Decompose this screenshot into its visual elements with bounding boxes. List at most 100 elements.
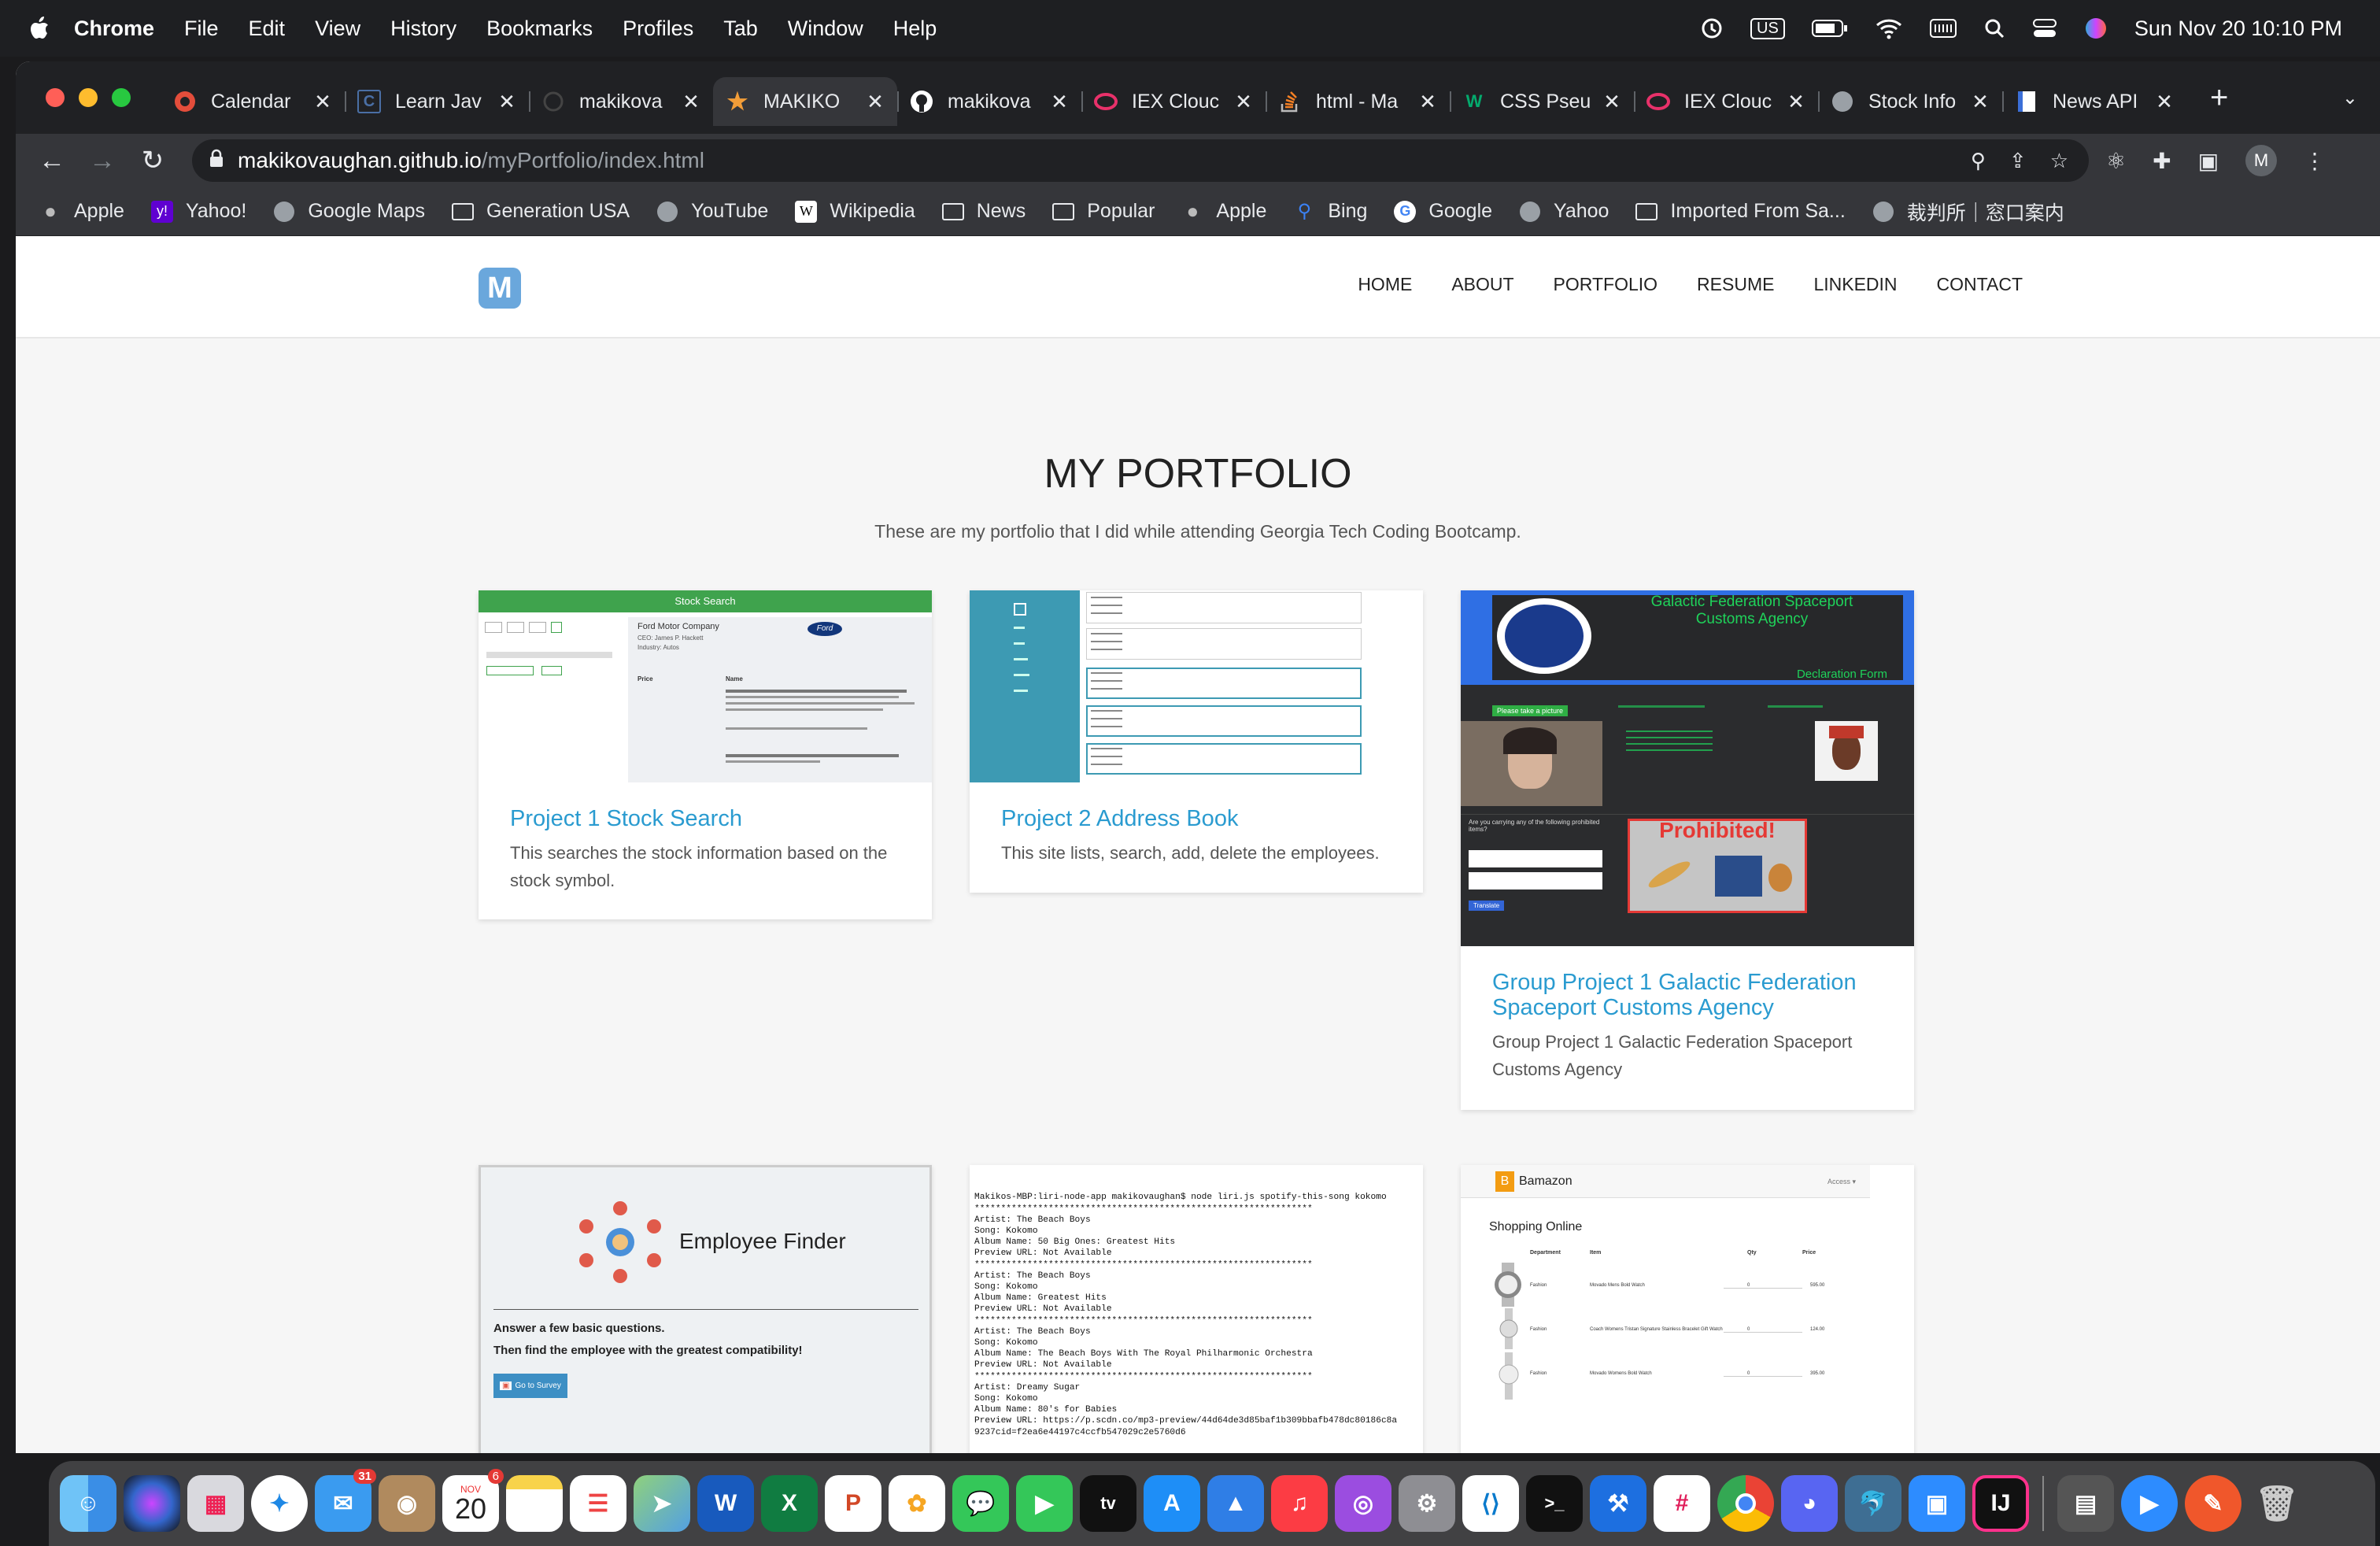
address-bar[interactable]: makikovaughan.github.io/myPortfolio/inde… [192,139,2089,182]
close-tab-icon[interactable]: ✕ [2155,90,2174,114]
nav-home[interactable]: HOME [1358,274,1412,295]
vscode-icon[interactable]: ⟨⟩ [1462,1475,1519,1532]
lock-icon[interactable] [209,148,224,173]
close-tab-icon[interactable]: ✕ [1971,90,1990,114]
menu-profiles[interactable]: Profiles [623,17,693,41]
bamazon-screenshot[interactable]: B Bamazon Access ▾ Shopping Online Depar… [1461,1165,1914,1453]
calculator-icon[interactable]: ▤ [2057,1475,2114,1532]
site-logo[interactable]: M [479,268,521,309]
swift-playgrounds-icon[interactable]: ✎ [2185,1475,2241,1532]
podcasts-icon[interactable]: ◎ [1335,1475,1391,1532]
tab-stock-info[interactable]: Stock Info ✕ [1818,77,2002,126]
react-devtools-icon[interactable]: ⚛ [2106,148,2126,174]
share-icon[interactable]: ⇪ [2009,149,2027,173]
tab-css-pseudo[interactable]: W CSS Pseu ✕ [1450,77,1634,126]
menu-view[interactable]: View [315,17,360,41]
bookmark-popular[interactable]: Popular [1052,200,1155,223]
time-machine-icon[interactable] [1700,17,1724,40]
spotlight-search-icon[interactable] [1983,17,2005,39]
close-tab-icon[interactable]: ✕ [866,90,885,114]
project-card-employee-finder[interactable]: Employee Finder Answer a few basic quest… [479,1165,932,1453]
tab-stackoverflow[interactable]: html - Ma ✕ [1266,77,1450,126]
mail-icon[interactable]: ✉ 31 [315,1469,376,1532]
project-card-address-book[interactable]: Project 2 Address Book This site lists, … [970,590,1423,893]
close-tab-icon[interactable]: ✕ [1602,90,1621,114]
bookmark-apple[interactable]: ● Apple [39,199,124,223]
bookmark-bing[interactable]: ⚲ Bing [1293,200,1368,223]
bookmark-imported-from-safari[interactable]: Imported From Sa... [1635,200,1846,223]
tab-github-makikova[interactable]: makikova ✕ [897,77,1081,126]
siri-dock-icon[interactable] [124,1475,180,1532]
bookmark-yahoo[interactable]: y! Yahoo! [150,200,246,223]
notes-icon[interactable] [506,1475,563,1532]
calendar-icon[interactable]: NOV 20 6 [442,1469,504,1532]
reload-icon[interactable]: ↻ [134,142,172,179]
maps-icon[interactable]: ➤ [634,1475,690,1532]
forward-arrow-icon[interactable]: → [83,142,121,179]
menu-app-name[interactable]: Chrome [74,17,154,41]
nav-about[interactable]: ABOUT [1451,274,1513,295]
group-project-1-title[interactable]: Group Project 1 Galactic Federation Spac… [1492,970,1883,1020]
galactic-federation-screenshot[interactable]: Galactic Federation Spaceport Customs Ag… [1461,590,1914,946]
wifi-icon[interactable] [1875,17,1903,39]
safari-icon[interactable]: ✦ [251,1475,308,1532]
bookmark-apple-2[interactable]: ● Apple [1181,199,1267,223]
close-tab-icon[interactable]: ✕ [1234,90,1253,114]
close-tab-icon[interactable]: ✕ [1050,90,1069,114]
close-tab-icon[interactable]: ✕ [1787,90,1805,114]
profile-avatar[interactable]: M [2245,145,2278,176]
tab-news-api[interactable]: News API ✕ [2002,77,2186,126]
zoom-icon[interactable]: ⚲ [1971,149,1986,173]
nav-contact[interactable]: CONTACT [1937,274,2023,295]
menu-history[interactable]: History [390,17,456,41]
tab-iex-cloud-2[interactable]: IEX Clouc ✕ [1634,77,1818,126]
messages-icon[interactable]: 💬 [952,1475,1009,1532]
finder-icon[interactable]: ☺ [60,1475,116,1532]
mysql-workbench-icon[interactable]: 🐬 [1845,1475,1901,1532]
system-preferences-icon[interactable]: ⚙ [1399,1475,1455,1532]
side-panel-icon[interactable]: ▣ [2198,148,2219,174]
nav-linkedin[interactable]: LINKEDIN [1813,274,1897,295]
intellij-icon[interactable]: IJ [1972,1475,2029,1532]
minimize-window-button[interactable] [79,88,98,107]
slack-icon[interactable]: # [1654,1475,1710,1532]
excel-icon[interactable]: X [761,1475,818,1532]
tab-search-chevron-icon[interactable]: ⌄ [2342,87,2358,109]
discord-icon[interactable]: ◕ [1781,1475,1838,1532]
liri-terminal-screenshot[interactable]: Makikos-MBP:liri-node-app makikovaughan$… [970,1165,1423,1453]
control-center-icon[interactable] [2032,17,2057,39]
bookmark-news[interactable]: News [941,200,1026,223]
tab-learn-java[interactable]: C Learn Jav ✕ [345,77,529,126]
employee-finder-screenshot[interactable]: Employee Finder Answer a few basic quest… [479,1165,932,1453]
close-tab-icon[interactable]: ✕ [313,90,332,114]
input-source-indicator[interactable]: US [1750,17,1785,39]
keyboard-icon[interactable] [1929,18,1957,39]
address-book-screenshot[interactable] [970,590,1423,782]
project-card-liri[interactable]: Makikos-MBP:liri-node-app makikovaughan$… [970,1165,1423,1453]
xcode-icon[interactable]: ⚒ [1590,1475,1646,1532]
project-1-title[interactable]: Project 1 Stock Search [510,806,900,831]
bookmark-google-maps[interactable]: Google Maps [273,200,425,223]
close-tab-icon[interactable]: ✕ [682,90,700,114]
music-icon[interactable]: ♫ [1271,1475,1328,1532]
facetime-icon[interactable]: ▶ [1016,1475,1073,1532]
menubar-clock[interactable]: Sun Nov 20 10:10 PM [2134,17,2342,41]
close-tab-icon[interactable]: ✕ [497,90,516,114]
chrome-icon[interactable] [1717,1475,1774,1532]
project-card-bamazon[interactable]: B Bamazon Access ▾ Shopping Online Depar… [1461,1165,1914,1453]
nav-portfolio[interactable]: PORTFOLIO [1554,274,1658,295]
app-store-icon[interactable]: A [1144,1475,1200,1532]
photos-icon[interactable]: ✿ [889,1475,945,1532]
zoom-icon[interactable]: ▣ [1909,1475,1965,1532]
battery-icon[interactable] [1811,18,1848,39]
siri-icon[interactable] [2084,17,2108,40]
close-tab-icon[interactable]: ✕ [1418,90,1437,114]
apple-menu-icon[interactable] [28,16,50,41]
bookmark-star-icon[interactable]: ☆ [2050,149,2068,173]
contacts-icon[interactable]: ◉ [379,1475,435,1532]
word-icon[interactable]: W [697,1475,754,1532]
project-card-galactic-federation[interactable]: Galactic Federation Spaceport Customs Ag… [1461,590,1914,1110]
menu-file[interactable]: File [184,17,219,41]
zoom-window-button[interactable] [112,88,131,107]
close-window-button[interactable] [46,88,65,107]
